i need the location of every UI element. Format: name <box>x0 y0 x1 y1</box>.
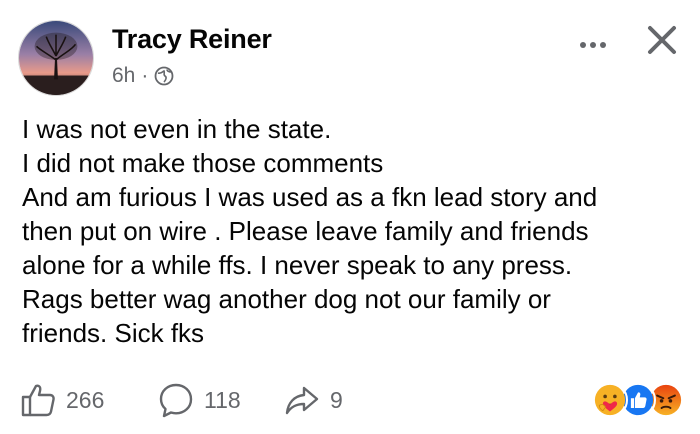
share-count: 9 <box>330 386 343 413</box>
share-button[interactable]: 9 <box>284 382 343 418</box>
post-body-line: alone for a while ffs. I never speak to … <box>22 250 573 280</box>
like-button[interactable]: 266 <box>20 382 104 418</box>
meta-separator: · <box>141 64 149 87</box>
post-body-line: then put on wire . Please leave family a… <box>22 216 589 246</box>
care-emoji-icon <box>592 382 628 418</box>
avatar-sunset-tree-image <box>19 21 93 95</box>
close-icon <box>648 26 676 54</box>
post-body-line: I was not even in the state. <box>22 114 332 144</box>
comment-button[interactable]: 118 <box>158 382 241 418</box>
globe-icon[interactable] <box>154 66 174 86</box>
author-name[interactable]: Tracy Reiner <box>112 24 272 55</box>
dot <box>580 42 586 48</box>
post-header: Tracy Reiner 6h · <box>18 18 684 96</box>
dot <box>600 42 606 48</box>
dot <box>590 42 596 48</box>
post-actions: 266 118 9 <box>18 378 684 426</box>
close-button[interactable] <box>640 18 684 62</box>
post-timestamp[interactable]: 6h <box>112 64 135 88</box>
thumbs-up-icon <box>21 384 55 417</box>
post-body-line: And am furious I was used as a fkn lead … <box>22 182 598 212</box>
comment-count: 118 <box>204 386 241 413</box>
author-avatar[interactable] <box>18 20 94 96</box>
post-body-line: Rags better wag another dog not our fami… <box>22 284 551 314</box>
comment-bubble-icon <box>159 383 193 418</box>
post-body-line: I did not make those comments <box>22 148 384 178</box>
post-body: I was not even in the state. I did not m… <box>22 112 682 350</box>
share-arrow-icon <box>285 386 319 415</box>
facebook-post: Tracy Reiner 6h · I was not even in the … <box>0 0 700 434</box>
post-body-line: friends. Sick fks <box>22 318 205 348</box>
more-options-button[interactable] <box>566 30 620 60</box>
like-count: 266 <box>66 386 105 413</box>
reaction-summary[interactable] <box>592 378 684 422</box>
post-meta: 6h · <box>112 64 174 88</box>
